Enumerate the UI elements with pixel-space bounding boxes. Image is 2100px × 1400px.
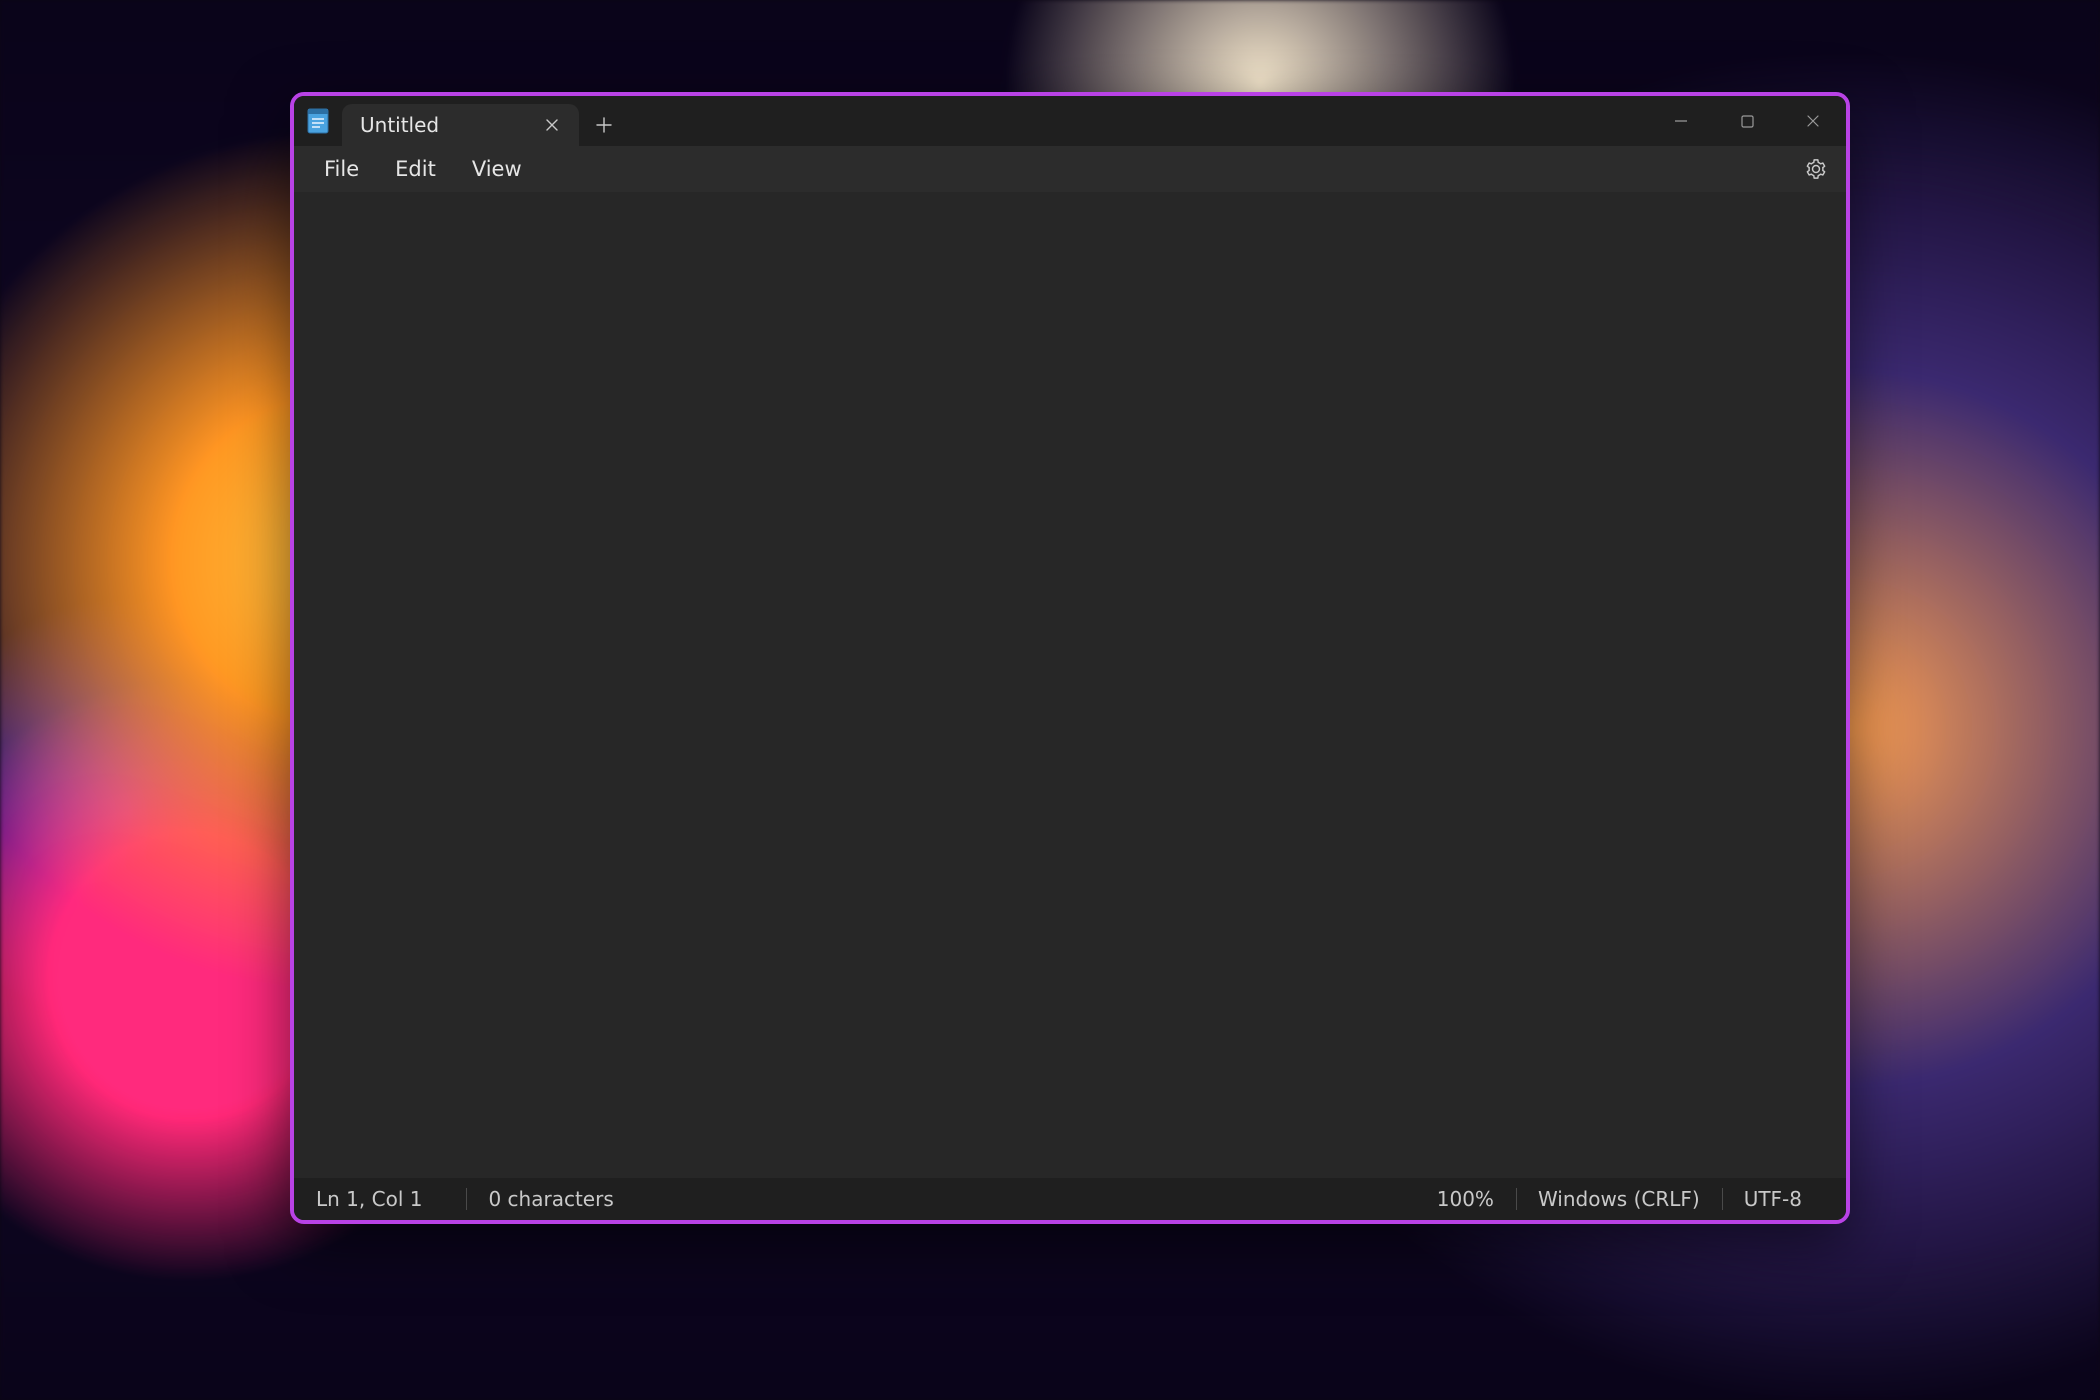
menu-view[interactable]: View — [454, 151, 540, 187]
notepad-window: Untitled — [290, 92, 1850, 1224]
maximize-button[interactable] — [1714, 96, 1780, 146]
new-tab-button[interactable] — [579, 104, 629, 146]
tab-close-button[interactable] — [535, 108, 569, 142]
menubar: File Edit View — [294, 146, 1846, 192]
statusbar: Ln 1, Col 1 0 characters 100% Windows (C… — [294, 1178, 1846, 1220]
minimize-button[interactable] — [1648, 96, 1714, 146]
menu-file[interactable]: File — [306, 151, 377, 187]
status-zoom[interactable]: 100% — [1437, 1186, 1516, 1212]
maximize-icon — [1741, 115, 1754, 128]
notepad-app-icon — [294, 108, 342, 134]
close-window-button[interactable] — [1780, 96, 1846, 146]
minimize-icon — [1674, 114, 1688, 128]
tab-label: Untitled — [360, 113, 439, 137]
plus-icon — [596, 117, 612, 133]
status-line-ending[interactable]: Windows (CRLF) — [1516, 1186, 1722, 1212]
gear-icon — [1805, 158, 1827, 180]
settings-button[interactable] — [1796, 149, 1836, 189]
text-editor[interactable] — [294, 192, 1846, 1178]
tab-untitled[interactable]: Untitled — [342, 104, 579, 146]
close-icon — [1806, 114, 1820, 128]
titlebar[interactable]: Untitled — [294, 96, 1846, 146]
window-controls — [1648, 96, 1846, 146]
menu-edit[interactable]: Edit — [377, 151, 454, 187]
status-encoding[interactable]: UTF-8 — [1722, 1186, 1824, 1212]
close-icon — [545, 118, 559, 132]
status-char-count: 0 characters — [466, 1186, 635, 1212]
status-cursor-position: Ln 1, Col 1 — [316, 1186, 444, 1212]
editor-area — [294, 192, 1846, 1178]
